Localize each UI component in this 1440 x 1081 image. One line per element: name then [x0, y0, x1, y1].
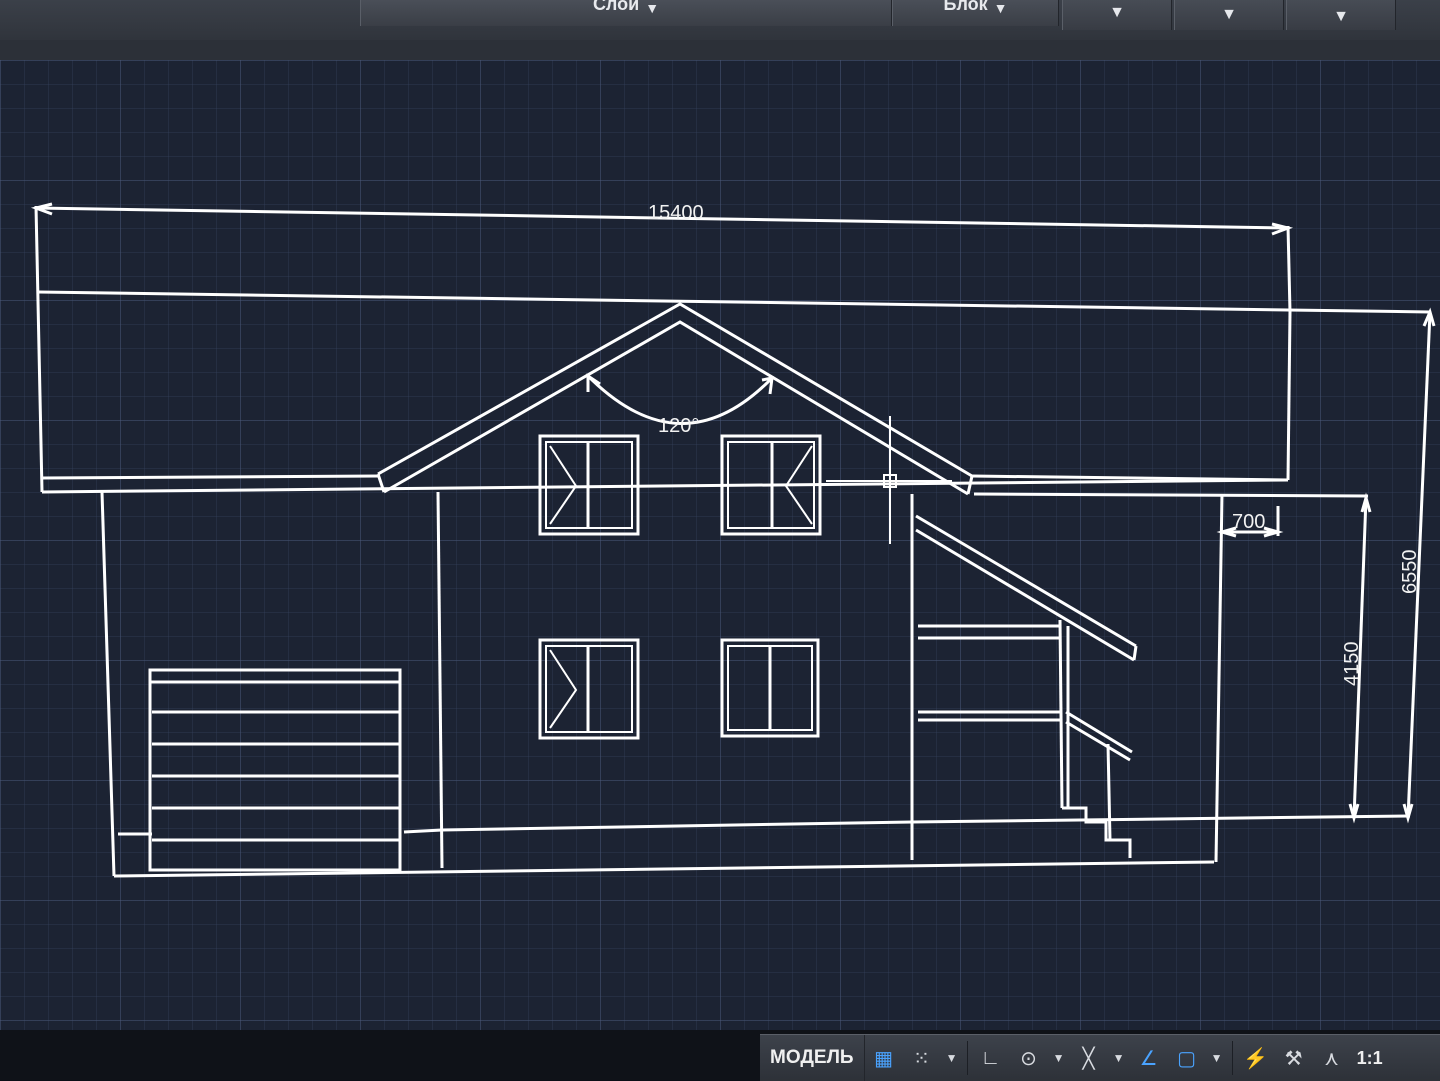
- annotation-visibility-icon[interactable]: ⚡: [1237, 1038, 1275, 1078]
- dim-overall-width: 15400: [648, 202, 704, 224]
- dim-total-height: 6550: [1399, 550, 1421, 595]
- house-elevation-drawing: 15400 120° 700 4150 6550: [30, 202, 1436, 878]
- garage-wing: [100, 491, 1215, 878]
- chevron-down-icon[interactable]: ▼: [1048, 1038, 1070, 1078]
- lineweight-icon[interactable]: ▢: [1168, 1038, 1206, 1078]
- polar-icon[interactable]: ⊙: [1010, 1038, 1048, 1078]
- annotation-scale-icon[interactable]: ⋏: [1313, 1038, 1351, 1078]
- garage-door: [148, 668, 402, 872]
- right-wing: [911, 492, 1411, 863]
- annotation-scale-value[interactable]: 1:1: [1357, 1048, 1383, 1069]
- chevron-down-icon[interactable]: ▼: [1206, 1038, 1228, 1078]
- roof-slab: [37, 290, 1431, 494]
- dim-wall-height: 4150: [1341, 642, 1363, 687]
- porch-canopy: [915, 514, 1138, 809]
- dim-overhang: 700: [1232, 511, 1265, 533]
- dim-roof-angle: 120°: [658, 415, 699, 437]
- chevron-down-icon[interactable]: ▼: [1108, 1038, 1130, 1078]
- central-block: [436, 491, 914, 869]
- osnap-icon[interactable]: ∠: [1130, 1038, 1168, 1078]
- model-tab[interactable]: МОДЕЛЬ: [760, 1035, 865, 1081]
- status-separator: [966, 1041, 968, 1075]
- overall-width-dimension: [30, 202, 1294, 493]
- isodraft-icon[interactable]: ╳: [1070, 1038, 1108, 1078]
- porch-stairs: [1062, 710, 1133, 858]
- snap-icon[interactable]: ⁙: [903, 1038, 941, 1078]
- grid-icon[interactable]: ▦: [865, 1038, 903, 1078]
- chevron-down-icon[interactable]: ▼: [941, 1038, 963, 1078]
- status-bar-tools: МОДЕЛЬ ▦ ⁙ ▼ ∟ ⊙ ▼ ╳ ▼ ∠ ▢ ▼ ⚡ ⚒ ⋏ 1:1: [760, 1034, 1440, 1081]
- status-separator: [1231, 1041, 1233, 1075]
- auto-scale-icon[interactable]: ⚒: [1275, 1038, 1313, 1078]
- gable-roof: [376, 302, 974, 496]
- ortho-icon[interactable]: ∟: [972, 1038, 1010, 1078]
- window-lower-right: [720, 638, 820, 738]
- window-lower-left: [538, 638, 640, 740]
